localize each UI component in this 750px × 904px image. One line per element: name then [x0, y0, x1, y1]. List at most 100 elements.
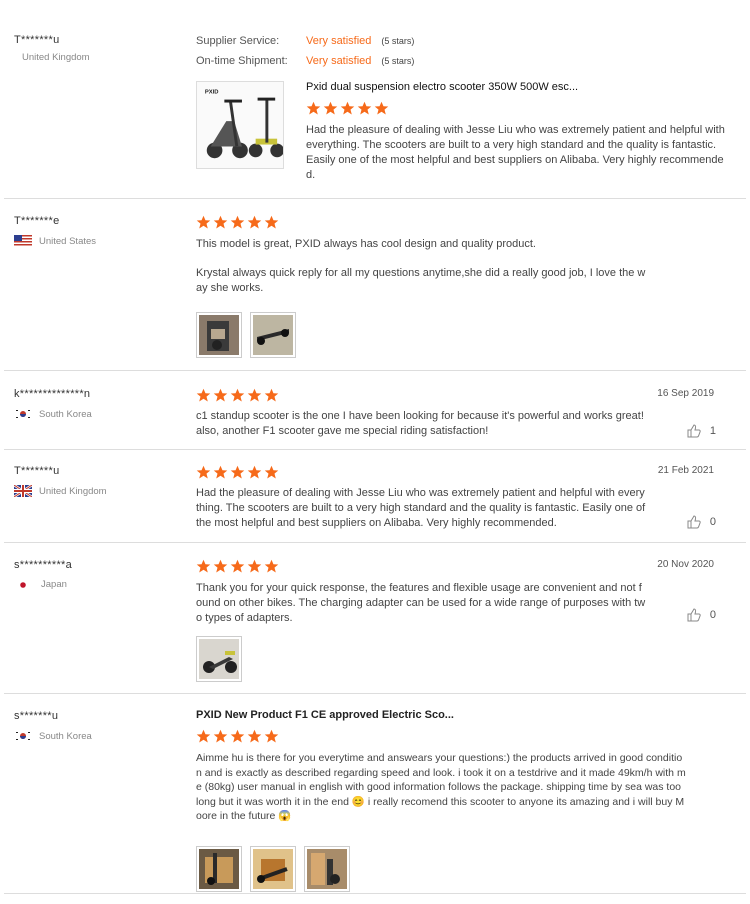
review-3: k**************n South Korea 16 Sep 2019… [4, 371, 746, 450]
star-icon [264, 729, 279, 743]
product-title[interactable]: Pxid dual suspension electro scooter 350… [306, 81, 736, 101]
star-icon [247, 729, 262, 743]
star-icon [196, 729, 211, 743]
star-icon [264, 215, 279, 229]
review-photo[interactable] [304, 845, 350, 892]
review-date: 20 Nov 2020 [657, 559, 714, 570]
star-icon [213, 215, 228, 229]
review-text: Had the pleasure of dealing with Jesse L… [306, 124, 725, 181]
supplier-service-row: Supplier Service: Very satisfied (5 star… [196, 31, 736, 51]
review-photos [196, 636, 646, 682]
review-text-2: Krystal always quick reply for all my qu… [196, 267, 646, 294]
like-button[interactable]: 1 [686, 423, 716, 439]
star-icon [196, 388, 211, 402]
thumbs-up-icon [687, 424, 701, 438]
star-icon [264, 559, 279, 573]
star-icon [247, 215, 262, 229]
rating-stars [196, 388, 646, 404]
star-icon [340, 101, 355, 115]
reviewer-country: Japan [18, 579, 184, 590]
rating-stars [306, 101, 736, 117]
star-icon [213, 465, 228, 479]
reviewer-name: k**************n [14, 388, 91, 400]
star-icon [230, 729, 245, 743]
review-4: T*******u United Kingdom 21 Feb 2021 Had… [4, 450, 746, 543]
kr-flag-icon [14, 730, 32, 742]
review-text: Thank you for your quick response, the f… [196, 582, 646, 624]
star-icon [230, 215, 245, 229]
review-text: Aimme hu is there for you everytime and … [196, 752, 686, 822]
country-label: United Kingdom [39, 485, 107, 497]
reviewer-name: T*******u [14, 465, 60, 477]
jp-flag-icon [20, 581, 26, 588]
reviewer-country: South Korea [14, 408, 184, 420]
reviewer-name: T*******e [14, 215, 60, 227]
review-photo[interactable] [196, 845, 242, 892]
rating-stars [196, 215, 646, 231]
us-flag-icon [14, 235, 32, 247]
star-icon [196, 559, 211, 573]
review-5: s**********a Japan 20 Nov 2020 Thank you… [4, 543, 746, 694]
supplier-service-label: Supplier Service: [196, 35, 280, 47]
star-icon [306, 101, 321, 115]
star-icon [264, 465, 279, 479]
country-label: United States [39, 235, 97, 247]
country-label: United Kingdom [22, 52, 90, 63]
like-count: 1 [709, 425, 716, 437]
reviewer-name: s*******u [14, 710, 59, 722]
reviewer-name: s**********a [14, 559, 73, 571]
reviewer-country: United States [14, 235, 184, 247]
review-date: 21 Feb 2021 [657, 465, 714, 476]
review-text: c1 standup scooter is the one I have bee… [196, 410, 644, 437]
star-icon [264, 388, 279, 402]
star-icon [323, 101, 338, 115]
reviewer-country: United Kingdom [14, 485, 184, 497]
product-image[interactable]: PXID [196, 81, 284, 169]
star-icon [357, 101, 372, 115]
review-photo[interactable] [250, 845, 296, 892]
rating-stars [196, 559, 646, 575]
shipment-value: Very satisfied [306, 55, 372, 67]
review-photo[interactable] [250, 312, 296, 358]
review-text: Had the pleasure of dealing with Jesse L… [196, 487, 646, 529]
shipment-stars: (5 stars) [381, 56, 415, 66]
review-1: T*******u United Kingdom Supplier Servic… [4, 0, 746, 199]
star-icon [196, 465, 211, 479]
star-icon [247, 465, 262, 479]
like-count: 0 [709, 609, 716, 621]
uk-flag-icon [14, 485, 32, 497]
kr-flag-icon [14, 408, 32, 420]
shipment-label: On-time Shipment: [196, 55, 288, 67]
like-count: 0 [709, 516, 716, 528]
product-title[interactable]: PXID New Product F1 CE approved Electric… [196, 709, 686, 729]
star-icon [247, 388, 262, 402]
review-photos [196, 845, 686, 892]
review-photo[interactable] [196, 636, 242, 682]
review-6: s*******u South Korea PXID New Product F… [4, 694, 746, 894]
country-label: South Korea [39, 730, 92, 742]
star-icon [374, 101, 389, 115]
star-icon [230, 559, 245, 573]
star-icon [213, 559, 228, 573]
rating-stars [196, 729, 686, 745]
review-text-1: This model is great, PXID always has coo… [196, 238, 536, 250]
star-icon [230, 465, 245, 479]
reviewer-country: United Kingdom [22, 52, 184, 63]
product-block: PXID Pxid dual suspension electro scoote… [196, 81, 736, 183]
star-icon [196, 215, 211, 229]
reviewer-country: South Korea [14, 730, 184, 742]
review-photo[interactable] [196, 312, 242, 358]
review-2: T*******e United States This model is gr… [4, 199, 746, 371]
country-label: Japan [41, 579, 67, 590]
like-button[interactable]: 0 [686, 607, 716, 623]
thumbs-up-icon [687, 608, 701, 622]
star-icon [213, 388, 228, 402]
country-label: South Korea [39, 408, 92, 420]
like-button[interactable]: 0 [686, 514, 716, 530]
reviewer-name: T*******u [14, 34, 60, 46]
product-image-logo: PXID [205, 90, 219, 96]
supplier-service-stars: (5 stars) [381, 36, 415, 46]
star-icon [213, 729, 228, 743]
supplier-service-value: Very satisfied [306, 35, 372, 47]
review-photos [196, 312, 646, 358]
